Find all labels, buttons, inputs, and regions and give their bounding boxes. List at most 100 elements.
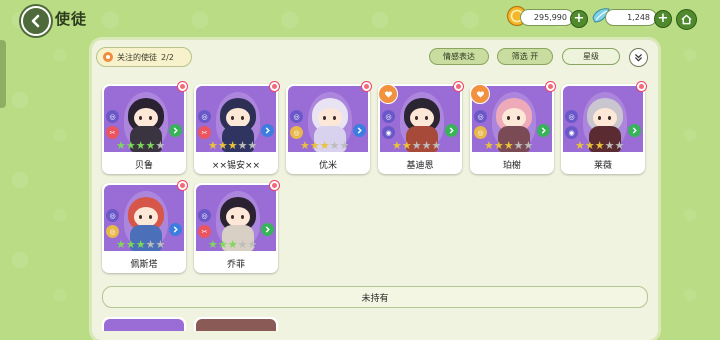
apostle-name: 乔菲: [226, 259, 245, 270]
apostle-card[interactable]: ◎ ✂ ★ ★ ★ ★ ★ ××锡安××: [194, 81, 280, 174]
role-arrow-icon: [169, 124, 182, 137]
star-icon: ★: [309, 139, 320, 152]
element-icon: ✂: [198, 126, 211, 139]
star-icon: ★: [594, 139, 605, 152]
star-icon: ★: [227, 139, 238, 152]
apostle-card[interactable]: ◎ ✂ ★ ★ ★ ★ ★ 贝鲁: [102, 81, 188, 174]
favorite-heart-icon[interactable]: [470, 84, 490, 104]
unowned-section-header[interactable]: 未持有: [102, 286, 648, 308]
focused-count: 2/2: [161, 52, 174, 62]
element-icon: ◎: [474, 126, 487, 139]
role-arrow-icon: [261, 223, 274, 236]
star-icon: ★: [155, 139, 166, 152]
star-icon: ★: [484, 139, 494, 152]
apostle-name: 贝鲁: [134, 160, 153, 171]
apostle-name: 珀榭: [502, 160, 521, 171]
apostle-card[interactable]: ◎ ◎ ★ ★ ★ ★ ★ 优米: [286, 81, 372, 174]
star-icon: ★: [155, 238, 166, 251]
star-rating: ★ ★ ★ ★ ★: [116, 239, 165, 250]
apostle-card[interactable]: ◎ ✂ ★ ★ ★ ★ ★ 乔菲: [194, 180, 280, 273]
back-arrow-icon: [31, 14, 40, 28]
star-icon: ★: [247, 139, 258, 152]
affection-flower-icon: [269, 81, 280, 92]
star-rating: ★ ★ ★ ★ ★: [300, 140, 349, 151]
star-icon: ★: [584, 139, 595, 152]
home-button[interactable]: [676, 9, 697, 30]
add-gold-button[interactable]: +: [570, 10, 588, 28]
element-icon: ✂: [198, 225, 211, 238]
filter-toggle-button[interactable]: 筛选 开: [497, 48, 553, 65]
star-icon: ★: [116, 238, 126, 251]
role-arrow-icon: [537, 124, 550, 137]
apostle-name: ××锡安××: [211, 160, 261, 171]
element-icon: ◎: [290, 126, 303, 139]
affection-flower-icon: [269, 180, 280, 191]
affection-flower-icon: [361, 81, 372, 92]
side-drawer-handle[interactable]: [0, 40, 6, 108]
apostle-card[interactable]: ◎ ◎ ★ ★ ★ ★ ★ 珀榭: [470, 81, 556, 174]
star-rating: ★ ★ ★ ★ ★: [208, 239, 257, 250]
star-icon: ★: [319, 139, 330, 152]
affection-flower-icon: [177, 81, 188, 92]
star-icon: ★: [145, 139, 156, 152]
star-icon: ★: [208, 139, 218, 152]
star-icon: ★: [217, 139, 228, 152]
star-icon: ★: [604, 139, 615, 152]
class-icon: ◎: [106, 209, 119, 222]
star-icon: ★: [116, 139, 126, 152]
star-icon: ★: [503, 139, 514, 152]
star-icon: ★: [431, 139, 442, 152]
star-icon: ★: [135, 139, 146, 152]
star-icon: ★: [237, 139, 248, 152]
class-icon: ◎: [474, 110, 487, 123]
star-icon: ★: [247, 238, 258, 251]
class-icon: ◎: [290, 110, 303, 123]
star-icon: ★: [227, 238, 238, 251]
filter-row: 关注的使徒 2/2 情感表达 筛选 开 星级: [96, 45, 652, 69]
class-icon: ◎: [106, 110, 119, 123]
star-rating: ★ ★ ★ ★ ★: [484, 140, 533, 151]
element-icon: ✂: [106, 126, 119, 139]
unowned-card-peek[interactable]: [102, 317, 186, 331]
element-icon: ◎: [106, 225, 119, 238]
expand-button[interactable]: [629, 48, 648, 67]
add-crystal-button[interactable]: +: [654, 10, 672, 28]
star-icon: ★: [411, 139, 422, 152]
apostle-name: 优米: [318, 160, 337, 171]
star-icon: ★: [217, 238, 228, 251]
focused-apostles-chip[interactable]: 关注的使徒 2/2: [96, 47, 192, 67]
apostle-card[interactable]: ◎ ◉ ★ ★ ★ ★ ★ 莱薇: [561, 81, 647, 174]
unowned-card-peek[interactable]: [194, 317, 278, 331]
role-arrow-icon: [353, 124, 366, 137]
favorite-heart-icon[interactable]: [378, 84, 398, 104]
affection-flower-icon: [545, 81, 556, 92]
star-icon: ★: [421, 139, 432, 152]
apostle-name: 佩斯塔: [130, 259, 158, 270]
star-rating: ★ ★ ★ ★ ★: [392, 140, 441, 151]
apostle-card[interactable]: ◎ ◉ ★ ★ ★ ★ ★ 基迪恩: [378, 81, 464, 174]
star-icon: ★: [329, 139, 340, 152]
star-rank-button[interactable]: 星级: [562, 48, 620, 65]
star-icon: ★: [145, 238, 156, 251]
affection-flower-icon: [177, 180, 188, 191]
star-icon: ★: [135, 238, 146, 251]
star-icon: ★: [125, 238, 136, 251]
star-icon: ★: [614, 139, 625, 152]
star-icon: ★: [237, 238, 248, 251]
apostle-name: 莱薇: [593, 160, 612, 171]
back-button[interactable]: [21, 6, 51, 36]
role-arrow-icon: [169, 223, 182, 236]
page-title: 使徒: [55, 10, 88, 28]
star-icon: ★: [208, 238, 218, 251]
star-icon: ★: [401, 139, 412, 152]
emotion-expression-button[interactable]: 情感表达: [429, 48, 489, 65]
star-icon: ★: [339, 139, 350, 152]
star-icon: ★: [300, 139, 310, 152]
star-rating: ★ ★ ★ ★ ★: [575, 140, 624, 151]
apostle-name: 基迪恩: [406, 160, 434, 171]
affection-flower-icon: [636, 81, 647, 92]
apostle-card[interactable]: ◎ ◎ ★ ★ ★ ★ ★ 佩斯塔: [102, 180, 188, 273]
class-icon: ◎: [565, 110, 578, 123]
class-icon: ◎: [198, 209, 211, 222]
star-icon: ★: [493, 139, 504, 152]
